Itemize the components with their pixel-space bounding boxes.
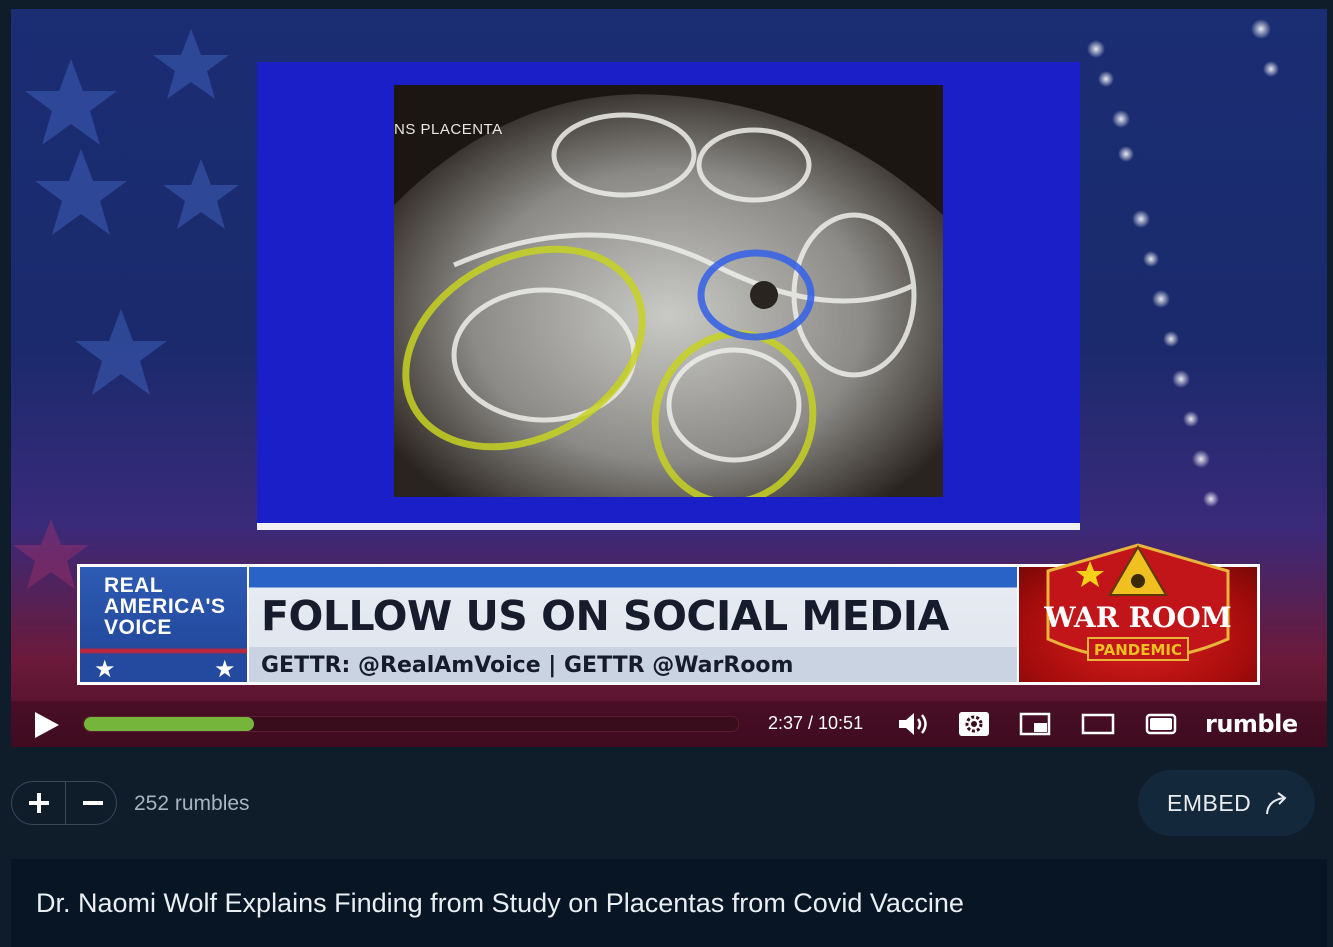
embed-button[interactable]: EMBED: [1138, 770, 1315, 836]
lower-third-subline: GETTR: @RealAmVoice | GETTR @WarRoom: [261, 653, 794, 678]
fullscreen-icon[interactable]: [1145, 711, 1177, 737]
lower-third-main: FOLLOW US ON SOCIAL MEDIA GETTR: @RealAm…: [249, 567, 1017, 682]
settings-icon[interactable]: [958, 711, 990, 737]
ultrasound-label: NS PLACENTA: [394, 121, 503, 138]
war-room-title: WAR ROOM: [1043, 601, 1231, 634]
share-arrow-icon: [1266, 792, 1287, 815]
video-title: Dr. Naomi Wolf Explains Finding from Stu…: [36, 888, 964, 918]
player-controls: 2:37 / 10:51 rumble: [11, 701, 1327, 747]
video-player[interactable]: NS PLACENTA REAL AMERICA'S VOICE ★ ★ FOL…: [11, 9, 1327, 747]
brand-line-1: REAL: [104, 574, 164, 597]
volume-icon[interactable]: [897, 711, 931, 737]
progress-bar[interactable]: [83, 716, 739, 732]
video-title-panel: Dr. Naomi Wolf Explains Finding from Stu…: [11, 859, 1327, 947]
plus-icon: [28, 793, 49, 813]
pip-icon[interactable]: [1019, 711, 1051, 737]
play-icon[interactable]: [33, 710, 61, 740]
war-room-pandemic-logo: WAR ROOM PANDEMIC: [1043, 543, 1232, 661]
star-icon: ★: [214, 656, 236, 683]
downvote-button[interactable]: [66, 782, 116, 824]
brand-line-2: AMERICA'S: [104, 595, 226, 618]
upvote-button[interactable]: [12, 782, 65, 824]
slide-underline: [257, 523, 1080, 530]
vote-control: [11, 781, 117, 825]
minus-icon: [82, 801, 103, 805]
brand-line-3: VOICE: [104, 616, 172, 639]
ultrasound-image: [394, 85, 943, 497]
progress-fill: [84, 717, 255, 731]
real-americas-voice-logo: REAL AMERICA'S VOICE ★ ★: [80, 567, 247, 683]
rumble-logo[interactable]: rumble: [1205, 710, 1298, 738]
time-display: 2:37 / 10:51: [768, 713, 864, 733]
theater-icon[interactable]: [1081, 711, 1115, 737]
embed-label: EMBED: [1167, 790, 1252, 816]
star-icon: ★: [94, 656, 116, 683]
rumbles-count: 252 rumbles: [134, 792, 250, 815]
war-room-subtitle: PANDEMIC: [1094, 641, 1182, 659]
lower-third-headline: FOLLOW US ON SOCIAL MEDIA: [261, 592, 949, 640]
